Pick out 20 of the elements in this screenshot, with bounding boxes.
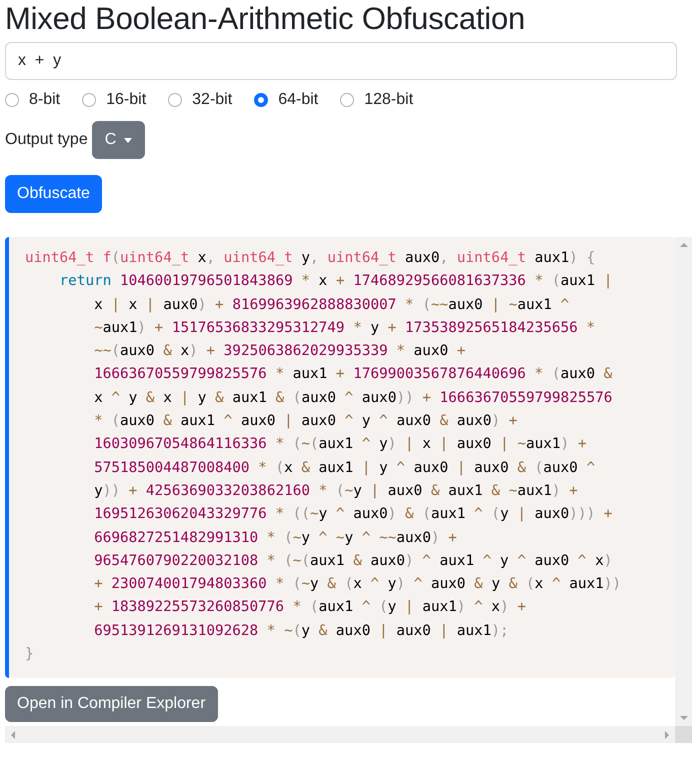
bit-width-radio[interactable]: 16-bit	[82, 91, 146, 109]
bit-width-radio[interactable]: 32-bit	[168, 91, 232, 109]
open-compiler-explorer-button[interactable]: Open in Compiler Explorer	[5, 686, 218, 722]
output-type-label: Output type	[5, 131, 88, 149]
scroll-right-icon[interactable]	[663, 730, 671, 739]
expression-input[interactable]: x + y	[5, 42, 677, 80]
obfuscate-button[interactable]: Obfuscate	[5, 175, 102, 213]
bit-width-radio[interactable]: 8-bit	[5, 91, 60, 109]
bit-width-radio[interactable]: 64-bit	[254, 91, 318, 109]
scroll-left-icon[interactable]	[9, 730, 17, 739]
bit-width-radio[interactable]: 128-bit	[340, 91, 414, 109]
horizontal-scrollbar[interactable]	[5, 726, 675, 744]
scroll-down-icon[interactable]	[680, 714, 688, 722]
page-title: Mixed Boolean-Arithmetic Obfuscation	[5, 0, 526, 37]
output-type-dropdown[interactable]: C	[92, 121, 146, 159]
vertical-scrollbar[interactable]	[675, 237, 692, 726]
caret-icon	[124, 138, 132, 142]
scroll-up-icon[interactable]	[680, 241, 688, 249]
scrollbar-corner	[675, 726, 692, 744]
code-block: uint64_t f(uint64_t x, uint64_t y, uint64_t aux0, uint64_t aux1) { return 10460019796501843869 * x + 17468929566081637336 * (aux1 | x | x | aux0) + 8169963962888830007 * (~~aux0 | ~aux1 ^ ~aux1) + 15176536833295312749 * y + 17353892565184235656 * ~~(aux0 & x) + 3925063862029935339 * aux0 + 16663670559799825576 * aux1 + 17699003567876440696 * (aux0 & x ^ y & x | y & aux1 & (aux0 ^ aux0)) + 16663670559799825576 * (aux0 & aux1 ^ aux0 | aux0 ^ y ^ aux0 & aux0) + 16030967054864116336 * (~(aux1 ^ y) | x | aux0 | ~aux1) + 575185004487008400 * (x & aux1 | y ^ aux0 | aux0 & (aux0 ^ y)) + 4256369033203862160 * (~y | aux0 & aux1 & ~aux1) + 16951263062043329776 * ((~y ^ aux0) & (aux1 ^ (y | aux0))) + 6696827251482991310 * (~y ^ ~y ^ ~~aux0) + 9654760790220032108 * (~(aux1 & aux0) ^ aux1 ^ y ^ aux0 ^ x) + 230074001794803360 * (~y & (x ^ y) ^ aux0 & y & (x ^ aux1)) + 18389225573260850776 * (aux1 ^ (y | aux1) ^ x) + 6951391269131092628 * ~(y & aux0 | aux0 | aux1); }	[5, 237, 675, 678]
